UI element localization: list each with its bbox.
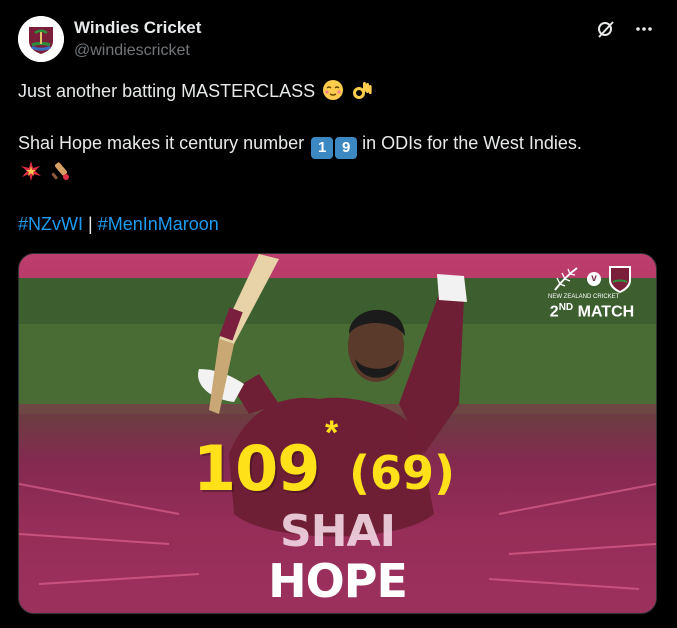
match-label: 2ND MATCH: [542, 302, 642, 321]
nz-cricket-fern-icon: [554, 267, 578, 291]
not-out-star: *: [325, 414, 339, 452]
match-number: 2: [549, 303, 559, 321]
windies-crest-icon: [609, 266, 631, 293]
avatar[interactable]: [18, 16, 64, 62]
cricket-bat-emoji-icon: [51, 162, 70, 180]
collision-emoji-icon: [21, 161, 41, 181]
ok-hand-emoji-icon: [353, 82, 372, 99]
windies-logo-icon: [18, 16, 64, 62]
author-name[interactable]: Windies Cricket: [74, 18, 201, 38]
player-first-name: SHAI: [280, 506, 396, 557]
tweet-line-2-suffix: in ODIs for the West Indies.: [362, 133, 582, 153]
keycap-9-emoji: 9: [335, 137, 358, 159]
tweet-line-1: Just another batting MASTERCLASS: [18, 78, 658, 104]
vs-badge: v: [587, 272, 601, 286]
nz-cricket-label: NEW ZEALAND CRICKET: [548, 294, 620, 300]
hashtag-separator: |: [88, 214, 93, 234]
tweet-actions-top: [595, 18, 655, 40]
balls-faced: (69): [349, 446, 456, 500]
match-suffix: ND: [558, 302, 574, 313]
author-block[interactable]: Windies Cricket @windiescricket: [74, 18, 201, 62]
match-word: MATCH: [577, 303, 635, 321]
tweet-line-1-text: Just another batting MASTERCLASS: [18, 81, 316, 101]
match-badge: v NEW ZEALAND CRICKET 2ND MATCH: [542, 264, 642, 321]
tweet-text: Just another batting MASTERCLASS Shai Ho…: [18, 78, 658, 237]
grok-icon[interactable]: [595, 18, 617, 40]
relieved-face-emoji-icon: [323, 80, 344, 100]
tweet-line-3: [18, 159, 658, 185]
author-handle[interactable]: @windiescricket: [74, 40, 201, 62]
runs-score: 109: [193, 432, 320, 505]
more-icon[interactable]: [633, 18, 655, 40]
player-last-name: HOPE: [268, 554, 408, 608]
hashtag-meninmaroon[interactable]: #MenInMaroon: [98, 214, 219, 234]
hashtag-nzvwi[interactable]: #NZvWI: [18, 214, 83, 234]
hashtag-line: #NZvWI | #MenInMaroon: [18, 211, 658, 237]
tweet-line-2: Shai Hope makes it century number 19 in …: [18, 130, 658, 159]
keycap-1-emoji: 1: [311, 137, 334, 159]
tweet-line-2-prefix: Shai Hope makes it century number: [18, 133, 305, 153]
media-image[interactable]: v NEW ZEALAND CRICKET 2ND MATCH 109 * (6…: [18, 253, 657, 614]
